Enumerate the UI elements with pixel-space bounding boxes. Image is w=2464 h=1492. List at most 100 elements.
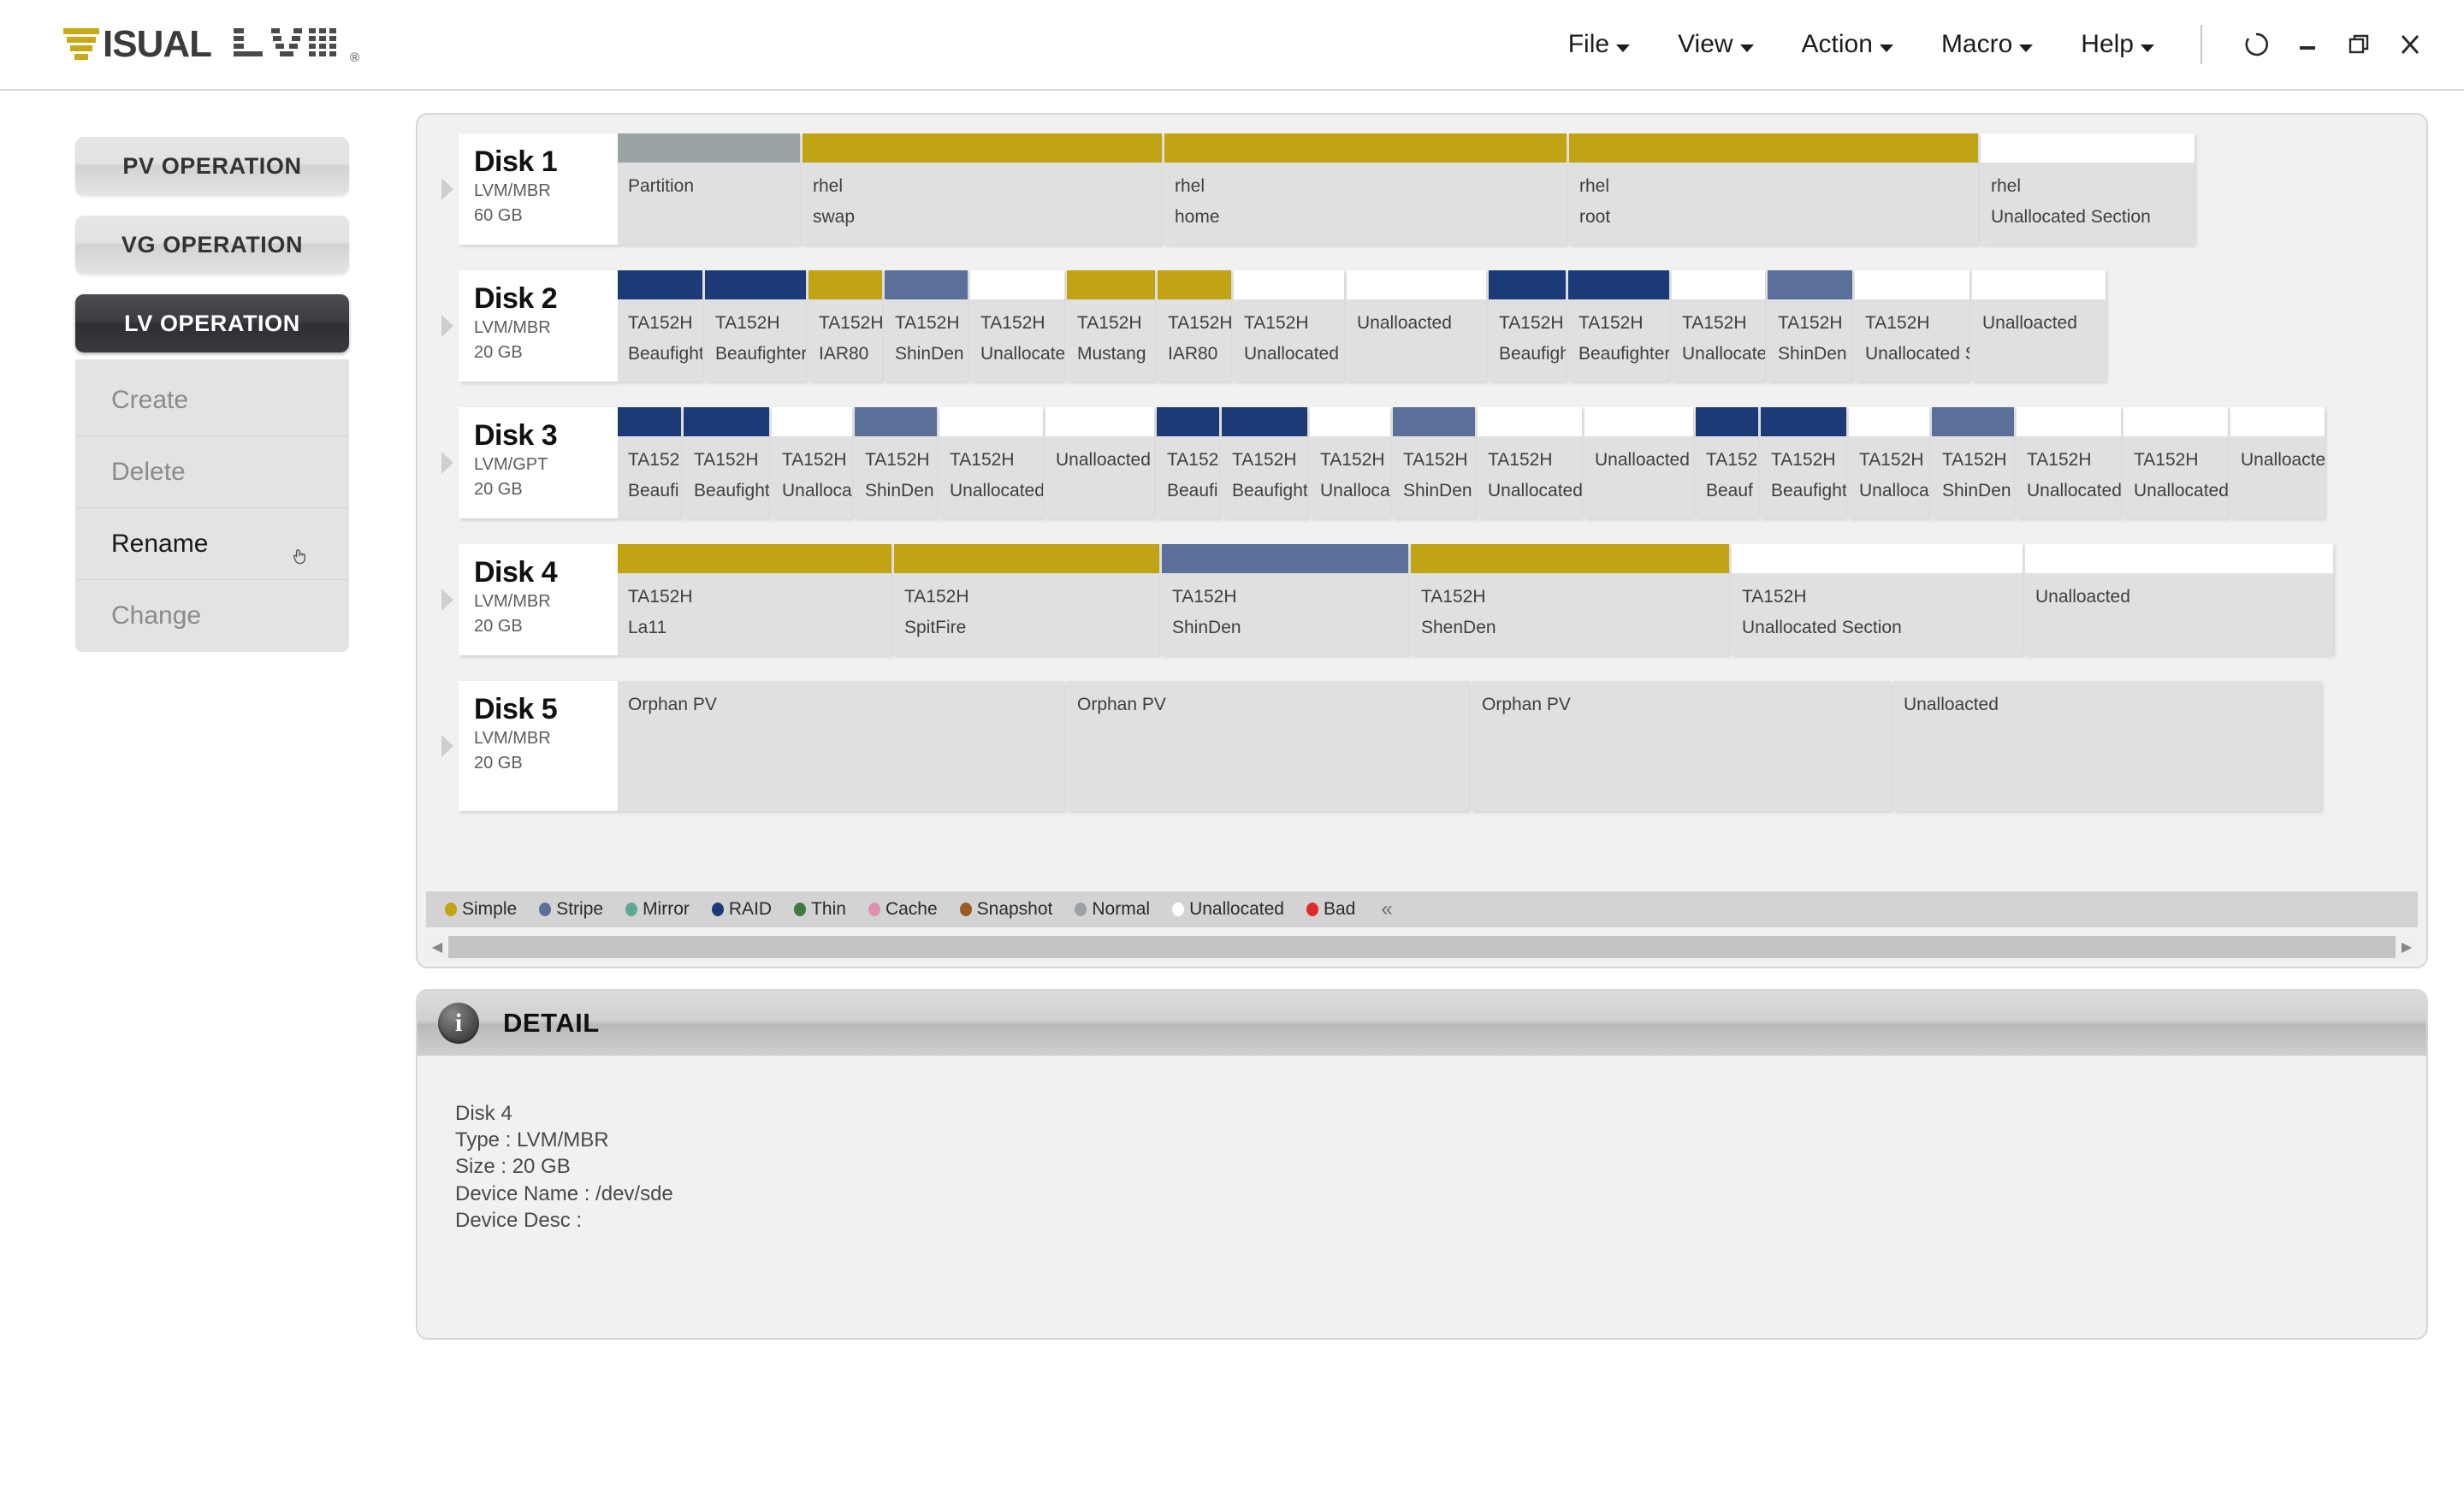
legend-color-dot <box>1075 903 1087 916</box>
legend-collapse-icon[interactable]: « <box>1381 897 1392 921</box>
disk-segment[interactable]: TA152H Unalloca <box>772 407 852 518</box>
legend-item[interactable]: Stripe <box>539 899 603 920</box>
disk-segment[interactable]: TA152H ShinDen <box>885 270 968 382</box>
pv-operation-label: PV OPERATION <box>122 152 302 179</box>
legend-item[interactable]: Normal <box>1075 899 1150 920</box>
disk-segment[interactable]: TA152H Beaufight <box>1222 407 1307 518</box>
menu-action[interactable]: Action <box>1778 25 1917 64</box>
disk-segment[interactable]: Orphan PV <box>1472 681 1891 811</box>
disk-segment[interactable]: TA152H Unallocated <box>970 270 1064 382</box>
disk-segment[interactable]: TA152H ShinDen <box>855 407 937 518</box>
disk-row[interactable]: Disk 3 LVM/GPT 20 GB TA152 Beaufi TA152H Beauf… <box>440 407 2426 518</box>
disk-segment[interactable]: Orphan PV <box>618 681 1064 811</box>
menu-file[interactable]: File <box>1544 25 1654 64</box>
legend-item[interactable]: Snapshot <box>959 899 1052 920</box>
disk-segment[interactable]: Unalloacted <box>1045 407 1154 518</box>
restore-button[interactable] <box>2339 25 2378 64</box>
disk-row[interactable]: Disk 2LVM/MBR20 GBTA152HBeaufighterTA152… <box>440 270 2426 382</box>
disk-segment[interactable]: TA152H Beaufighter <box>1568 270 1669 382</box>
disk-segment[interactable]: TA152H Unalloca <box>1310 407 1390 518</box>
disk-segment[interactable]: TA152H ShenDen <box>1411 544 1729 655</box>
sidebar-item-create[interactable]: Create <box>75 364 349 436</box>
disk-segment[interactable]: Orphan PV <box>1067 681 1469 811</box>
disk-segment[interactable]: TA152H Beaufighter <box>1489 270 1566 382</box>
disk-segment[interactable]: rhel Unallocated Section <box>1981 133 2194 245</box>
disk-segment[interactable]: TA152H IAR80 <box>1158 270 1231 382</box>
disk-row[interactable]: Disk 1 LVM/MBR 60 GB Partition rhel swap rhel h… <box>440 133 2426 245</box>
disk-segment[interactable]: TA152H SpitFire <box>894 544 1159 655</box>
scroll-thumb[interactable] <box>448 936 2396 958</box>
segment-label-line2: IAR80 <box>1168 344 1218 364</box>
menu-view[interactable]: View <box>1654 25 1777 64</box>
sidebar-item-change[interactable]: Change <box>75 580 349 652</box>
disk-segment[interactable]: TA152H Unallocated <box>2017 407 2121 518</box>
disk-segment[interactable]: TA152H Unallocated Sec <box>1234 270 1344 382</box>
horizontal-scrollbar[interactable]: ◀ ▶ <box>426 934 2418 960</box>
close-button[interactable] <box>2390 25 2430 64</box>
disk-segment[interactable]: Partition <box>618 133 800 245</box>
disk-segment[interactable]: TA152H Beaufight <box>684 407 769 518</box>
menu-help[interactable]: Help <box>2057 25 2178 64</box>
disk-segment[interactable]: TA152H IAR80 <box>808 270 882 382</box>
disk-segment[interactable]: TA152H Unallocated Section <box>1732 544 2023 655</box>
disk-row[interactable]: Disk 4 LVM/MBR 20 GB TA152H La11 TA152H SpitFi… <box>440 544 2426 655</box>
main-content: Disk 1 LVM/MBR 60 GB Partition rhel swap rhel h… <box>394 91 2464 1492</box>
legend-item[interactable]: Thin <box>794 899 846 920</box>
legend-item[interactable]: Bad <box>1306 899 1355 920</box>
disk-header[interactable]: Disk 1 LVM/MBR 60 GB <box>459 133 618 245</box>
disk-segment[interactable]: TA152 Beaufi <box>1157 407 1219 518</box>
sidebar-item-vg-operation[interactable]: VG OPERATION <box>75 216 349 274</box>
legend-item[interactable]: Mirror <box>625 899 690 920</box>
disk-segment[interactable]: rhel root <box>1569 133 1978 245</box>
disk-segment[interactable]: TA152H ShinDen <box>1162 544 1408 655</box>
sidebar-item-lv-operation[interactable]: LV OPERATION <box>75 294 349 352</box>
disk-expand-arrow-icon[interactable] <box>440 544 459 655</box>
legend-item[interactable]: Cache <box>868 899 938 920</box>
disk-expand-arrow-icon[interactable] <box>440 133 459 245</box>
disk-segment[interactable]: TA152H Unallocated <box>1478 407 1582 518</box>
disk-header[interactable]: Disk 4 LVM/MBR 20 GB <box>459 544 618 655</box>
disk-segment[interactable]: TA152H Unallocated <box>1672 270 1765 382</box>
minimize-button[interactable] <box>2288 25 2327 64</box>
disk-segment[interactable]: TA152H Unallocated <box>2123 407 2228 518</box>
refresh-button[interactable] <box>2236 25 2276 64</box>
disk-segment[interactable]: Unalloacted <box>1893 681 2321 811</box>
disk-segment[interactable]: TA152H Beaufight <box>1761 407 1846 518</box>
disk-header[interactable]: Disk 2 LVM/MBR 20 GB <box>459 270 618 382</box>
disk-segment[interactable]: Unalloacted <box>1584 407 1693 518</box>
disk-segment[interactable]: TA152H Beaufighter <box>618 270 702 382</box>
sidebar-item-pv-operation[interactable]: PV OPERATION <box>75 137 349 195</box>
disk-expand-arrow-icon[interactable] <box>440 270 459 382</box>
disk-segment[interactable]: Unalloacted <box>2025 544 2333 655</box>
disk-segment[interactable]: TA152H Beaufighter <box>705 270 806 382</box>
legend-item[interactable]: RAID <box>711 899 772 920</box>
disk-segment[interactable]: rhel home <box>1164 133 1567 245</box>
disk-segment[interactable]: TA152H ShinDen <box>1393 407 1475 518</box>
disk-segment[interactable]: Unalloacted <box>1972 270 2106 382</box>
disk-segment[interactable]: TA152H Unallocated Sec <box>1855 270 1969 382</box>
sidebar-item-delete[interactable]: Delete <box>75 436 349 508</box>
disk-row[interactable]: Disk 5 LVM/MBR 20 GB Orphan PV Orphan PV Orph… <box>440 681 2426 811</box>
disk-name: Disk 5 <box>474 693 558 725</box>
disk-segment[interactable]: TA152H Mustang <box>1067 270 1155 382</box>
legend-item[interactable]: Unallocated <box>1172 899 1284 920</box>
disk-segment[interactable]: TA152 Beauf <box>1696 407 1758 518</box>
scroll-left-arrow[interactable]: ◀ <box>426 938 448 956</box>
disk-expand-arrow-icon[interactable] <box>440 407 459 518</box>
disk-segment[interactable]: TA152H Unalloca <box>1849 407 1929 518</box>
disk-segment[interactable]: TA152H Unallocated <box>939 407 1043 518</box>
disk-segment[interactable]: TA152H ShinDen <box>1768 270 1852 382</box>
scroll-right-arrow[interactable]: ▶ <box>2396 938 2418 956</box>
disk-segment[interactable]: TA152H La11 <box>618 544 891 655</box>
disk-segment[interactable]: TA152H ShinDen <box>1932 407 2014 518</box>
disk-header[interactable]: Disk 3 LVM/GPT 20 GB <box>459 407 618 518</box>
legend-item[interactable]: Simple <box>445 899 517 920</box>
sidebar-item-rename[interactable]: Rename <box>75 508 349 580</box>
disk-segment[interactable]: TA152 Beaufi <box>618 407 681 518</box>
disk-segment[interactable]: Unalloacted <box>1347 270 1486 382</box>
disk-segment[interactable]: rhel swap <box>803 133 1162 245</box>
menu-macro[interactable]: Macro <box>1917 25 2057 64</box>
disk-segment[interactable]: Unalloacted <box>2230 407 2325 518</box>
disk-expand-arrow-icon[interactable] <box>440 681 459 811</box>
disk-header[interactable]: Disk 5 LVM/MBR 20 GB <box>459 681 618 811</box>
